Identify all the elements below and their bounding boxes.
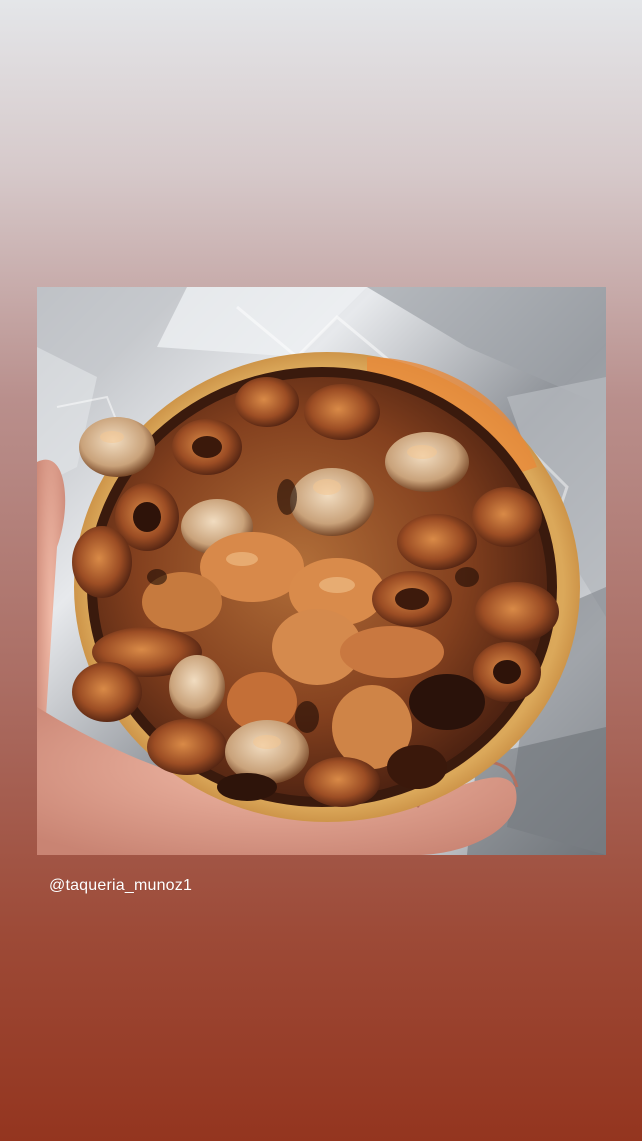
taco-photo-illustration [37,287,606,855]
mention-sticker[interactable]: @taqueria_munoz1 [49,877,192,895]
shared-post-photo[interactable] [37,287,606,855]
story-view: @taqueria_munoz1 [0,0,642,1141]
